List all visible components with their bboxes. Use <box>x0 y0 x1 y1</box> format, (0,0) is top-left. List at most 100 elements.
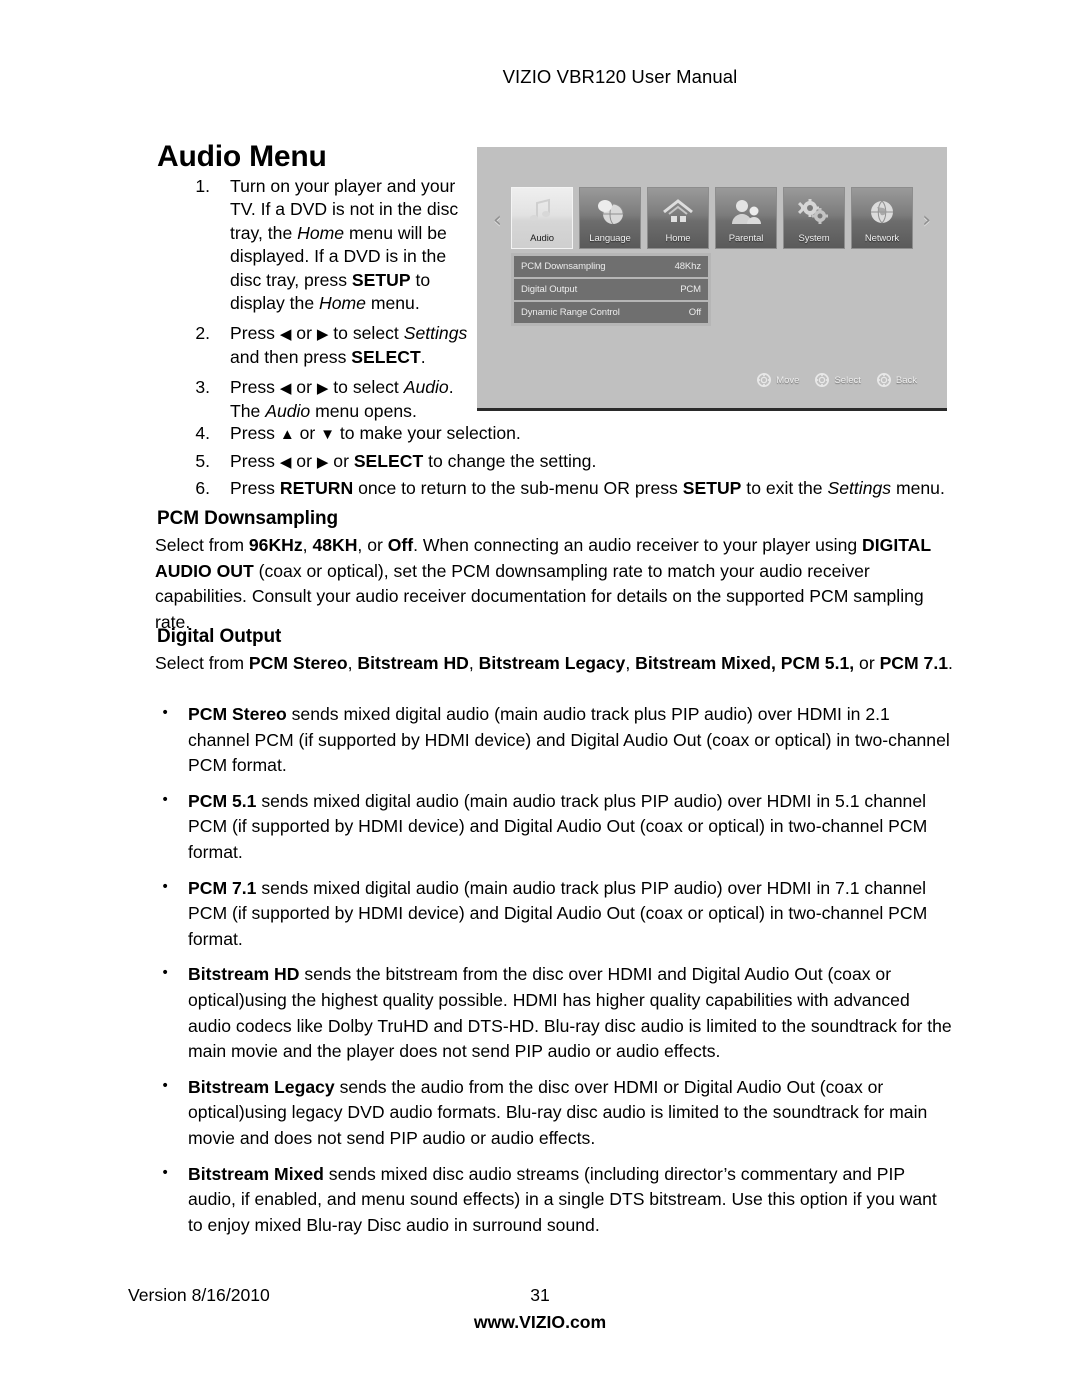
step-number: 6. <box>195 478 210 498</box>
text-run: Select from <box>155 535 249 555</box>
setting-value: 48Khz <box>674 261 702 272</box>
list-item: • PCM 7.1 sends mixed digital audio (main… <box>155 876 955 953</box>
step-text: Press ◀ or ▶ to select Settings and then… <box>230 323 467 366</box>
settings-tab-bar: Audio Language Home Parental System Network <box>511 187 913 249</box>
section-heading-pcm-downsampling: PCM Downsampling <box>157 508 339 529</box>
bold-run: PCM 7.1 <box>879 653 949 673</box>
text-run: Press <box>230 450 280 471</box>
setting-row[interactable]: Digital Output PCM <box>514 279 708 300</box>
text-run: . When connecting an audio receiver to y… <box>413 535 863 555</box>
bullet-dot-icon: • <box>161 1164 170 1181</box>
step-item: 1. Turn on your player and your TV. If a … <box>182 175 472 315</box>
list-item: • PCM 5.1 sends mixed digital audio (main… <box>155 789 955 866</box>
text-run: Press <box>230 377 280 398</box>
text-run: (coax or optical), set the PCM downsampl… <box>155 560 924 632</box>
settings-tab-label: Home <box>665 233 691 244</box>
settings-tab-language[interactable]: Language <box>579 187 641 249</box>
bold-run: Bitstream Legacy <box>478 653 626 673</box>
direction-arrow-icon: ▶ <box>316 380 329 398</box>
setting-name: Dynamic Range Control <box>521 307 620 318</box>
bold-run: Off <box>387 535 414 555</box>
text-run: menu. <box>891 478 945 498</box>
bold-run: SETUP <box>682 478 742 498</box>
text-run: once to return to the sub-menu OR press <box>353 478 683 498</box>
text-run: , or <box>357 535 388 555</box>
step-number: 3. <box>195 377 210 398</box>
list-item-text: PCM 7.1 sends mixed digital audio (main … <box>188 878 927 949</box>
bold-run: PCM Stereo <box>248 653 348 673</box>
settings-tab-network[interactable]: Network <box>851 187 913 249</box>
button-hints: Move Select Back <box>757 373 917 387</box>
settings-tab-label: System <box>798 233 830 244</box>
settings-tab-label: Parental <box>728 233 764 244</box>
bullet-dot-icon: • <box>161 705 170 721</box>
text-run: to select <box>328 323 404 344</box>
bold-run: SETUP <box>351 269 411 290</box>
text-run: menu opens. <box>310 400 417 421</box>
dpad-move-icon <box>757 373 772 387</box>
setting-row[interactable]: PCM Downsampling 48Khz <box>514 256 708 277</box>
text-run: sends mixed digital audio (main audio tr… <box>188 704 950 776</box>
section-body-pcm-downsampling: Select from 96KHz, 48KH, or Off. When co… <box>155 533 955 635</box>
step-number: 2. <box>195 323 210 344</box>
text-run: , <box>302 535 313 555</box>
steps-list-upper: 1. Turn on your player and your TV. If a … <box>182 175 472 430</box>
list-item-text: PCM Stereo sends mixed digital audio (ma… <box>188 704 950 775</box>
prev-arrow-icon[interactable]: ‹ <box>493 208 502 233</box>
hint-select: Select <box>815 373 861 387</box>
document-page: VIZIO VBR120 User Manual Audio Menu ‹ › … <box>0 0 1080 1397</box>
text-run: menu. <box>365 293 420 314</box>
bold-run: PCM 7.1 <box>188 877 257 898</box>
page-header: VIZIO VBR120 User Manual <box>0 66 1080 88</box>
step-text: Press ▲ or ▼ to make your selection. <box>230 423 521 443</box>
settings-tab-parental[interactable]: Parental <box>715 187 777 249</box>
next-arrow-icon[interactable]: › <box>922 208 931 233</box>
italic-run: Settings <box>403 323 468 344</box>
section-body-digital-output: Select from PCM Stereo, Bitstream HD, Bi… <box>155 651 955 677</box>
text-run: to select <box>328 377 404 398</box>
step-item: 3. Press ◀ or ▶ to select Audio. The Audi… <box>182 376 472 423</box>
step-item: 4. Press ▲ or ▼ to make your selection. <box>182 421 972 447</box>
hint-label: Select <box>834 374 861 386</box>
bullet-dot-icon: • <box>161 791 170 808</box>
text-run: and then press <box>230 346 352 367</box>
settings-tab-audio[interactable]: Audio <box>511 187 573 249</box>
italic-run: Home <box>319 293 366 314</box>
manual-title: VIZIO VBR120 User Manual <box>502 66 738 87</box>
step-number: 1. <box>195 176 210 196</box>
hint-move: Move <box>757 373 799 387</box>
step-number: 4. <box>195 423 210 443</box>
setting-row[interactable]: Dynamic Range Control Off <box>514 302 708 323</box>
audio-settings-list: PCM Downsampling 48Khz Digital Output PCM Dy… <box>511 253 711 326</box>
list-item-text: Bitstream Legacy sends the audio from th… <box>188 1077 927 1148</box>
list-item-text: Bitstream HD sends the bitstream from th… <box>188 964 952 1061</box>
italic-run: Settings <box>827 478 892 498</box>
text-run: , <box>468 653 479 673</box>
list-item: • Bitstream Mixed sends mixed disc audio … <box>155 1162 955 1239</box>
music-note-icon <box>512 195 572 229</box>
settings-tab-home[interactable]: Home <box>647 187 709 249</box>
text-run: or <box>328 450 354 471</box>
text-run: or <box>291 377 317 398</box>
text-run: to exit the <box>741 478 828 498</box>
hint-label: Move <box>776 374 800 386</box>
bold-run: 48KH <box>312 535 358 555</box>
setting-name: Digital Output <box>521 284 578 295</box>
text-run: Press <box>230 478 280 498</box>
dpad-back-icon <box>876 373 891 387</box>
text-run: Select from <box>155 653 249 673</box>
text-run: Press <box>230 423 280 443</box>
text-run: sends the bitstream from the disc over H… <box>188 964 952 1062</box>
bullet-dot-icon: • <box>161 878 170 895</box>
list-item-text: Bitstream Mixed sends mixed disc audio s… <box>188 1164 937 1235</box>
settings-tab-label: Audio <box>530 233 554 244</box>
step-text: Turn on your player and your TV. If a DV… <box>230 176 458 313</box>
direction-arrow-icon: ◀ <box>279 326 292 344</box>
setting-name: PCM Downsampling <box>521 261 606 272</box>
direction-arrow-icon: ▼ <box>320 426 336 443</box>
text-run: to make your selection. <box>335 423 521 443</box>
settings-tab-system[interactable]: System <box>783 187 845 249</box>
step-item: 2. Press ◀ or ▶ to select Settings and th… <box>182 322 472 369</box>
text-run: , <box>625 653 636 673</box>
direction-arrow-icon: ▶ <box>316 326 329 344</box>
